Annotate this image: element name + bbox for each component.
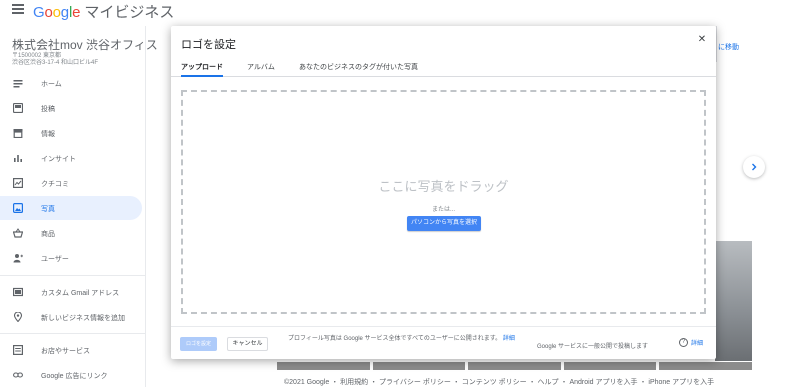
- sidebar-item-insights[interactable]: インサイト: [0, 146, 142, 170]
- tab-album[interactable]: アルバム: [247, 62, 275, 77]
- list-icon: [13, 345, 23, 355]
- profile-photo-notice-text: プロフィール写真は Google サービス全体ですべてのユーザーに公開されます。: [288, 336, 502, 342]
- drop-zone-title: ここに写真をドラッグ: [378, 179, 509, 194]
- background-photo[interactable]: [715, 241, 752, 361]
- background-link[interactable]: に移動: [718, 42, 739, 52]
- add-user-icon: [13, 254, 23, 263]
- sidebar-item-label: カスタム Gmail アドレス: [41, 290, 120, 297]
- sidebar-item-label: ユーザー: [41, 256, 69, 263]
- sidebar-item-users[interactable]: ユーザー: [0, 246, 142, 270]
- dialog-tabs: アップロード アルバム あなたのビジネスのタグが付いた写真: [171, 58, 716, 77]
- chevron-right-icon: [752, 163, 757, 171]
- background-divider: [716, 26, 717, 62]
- sidebar-item-label: クチコミ: [41, 181, 69, 188]
- background-photo-thumb[interactable]: [659, 362, 752, 370]
- sidebar-item-products[interactable]: 商品: [0, 221, 142, 245]
- help-details-link[interactable]: ? 詳細: [679, 338, 703, 347]
- next-photo-button[interactable]: [743, 156, 765, 178]
- link-icon: [13, 372, 23, 378]
- drop-zone-or: または...: [431, 207, 455, 213]
- review-icon: [13, 178, 23, 188]
- page-footer[interactable]: ©2021 Google ・ 利用規約 ・ プライバシー ポリシー ・ コンテン…: [284, 377, 714, 387]
- background-photo-strip: [277, 362, 752, 370]
- business-address-line2: 渋谷区渋谷3-17-4 和山口ビル4F: [12, 60, 99, 66]
- sidebar-divider: [0, 333, 146, 334]
- sidebar-item-reviews[interactable]: クチコミ: [0, 171, 142, 195]
- sidebar-item-services[interactable]: お店やサービス: [0, 338, 142, 362]
- sidebar-item-photos[interactable]: 写真: [0, 196, 142, 220]
- bar-chart-icon: [14, 155, 22, 162]
- select-from-computer-button[interactable]: パソコンから写真を選択: [407, 216, 481, 231]
- cancel-button[interactable]: キャンセル: [227, 337, 268, 351]
- google-logo-text: Google: [33, 4, 81, 21]
- sidebar-item-label: 情報: [41, 131, 55, 138]
- background-photo-thumb[interactable]: [277, 362, 370, 370]
- mail-icon: [13, 287, 23, 297]
- sidebar-item-custom-gmail[interactable]: カスタム Gmail アドレス: [0, 280, 142, 304]
- sidebar-item-label: お店やサービス: [41, 348, 90, 355]
- sidebar-item-info[interactable]: 情報: [0, 121, 142, 145]
- photo-drop-zone[interactable]: ここに写真をドラッグ または... パソコンから写真を選択: [181, 90, 706, 314]
- dialog-footer: ロゴを設定 キャンセル プロフィール写真は Google サービス全体ですべての…: [171, 326, 716, 359]
- home-icon: [13, 80, 23, 88]
- store-icon: [13, 129, 23, 138]
- sidebar-divider: [0, 275, 146, 276]
- sidebar-item-google-ads[interactable]: Google 広告にリンク: [0, 363, 142, 387]
- basket-icon: [13, 228, 23, 238]
- post-icon: [13, 103, 23, 113]
- sidebar-item-label: 商品: [41, 231, 55, 238]
- tab-tagged-photos[interactable]: あなたのビジネスのタグが付いた写真: [299, 62, 418, 77]
- background-photo-thumb[interactable]: [468, 362, 561, 370]
- set-logo-button[interactable]: ロゴを設定: [180, 337, 217, 351]
- app-brand[interactable]: Google マイビジネス: [33, 1, 174, 22]
- background-photo-thumb[interactable]: [563, 362, 657, 370]
- close-icon[interactable]: ✕: [696, 34, 708, 46]
- tab-upload[interactable]: アップロード: [181, 62, 223, 77]
- notice-details-link[interactable]: 詳細: [503, 336, 515, 342]
- sidebar-item-add-business[interactable]: 新しいビジネス情報を追加: [0, 305, 142, 329]
- set-logo-dialog: ロゴを設定 ✕ アップロード アルバム あなたのビジネスのタグが付いた写真 ここ…: [171, 26, 716, 359]
- sidebar-item-home[interactable]: ホーム: [0, 71, 142, 95]
- sidebar-item-posts[interactable]: 投稿: [0, 96, 142, 120]
- background-photo-thumb[interactable]: [372, 362, 466, 370]
- top-app-bar: Google マイビジネス: [0, 0, 800, 22]
- dialog-title: ロゴを設定: [181, 39, 236, 51]
- photo-icon: [13, 203, 23, 213]
- public-posting-notice: Google サービスに一般公開で投稿します: [537, 344, 649, 350]
- sidebar-item-label: インサイト: [41, 156, 76, 163]
- sidebar: 株式会社mov 渋谷オフィス 〒1500002 東京都 渋谷区渋谷3-17-4 …: [0, 26, 158, 387]
- help-icon: ?: [679, 338, 688, 347]
- location-icon: [13, 312, 23, 322]
- help-details-label: 詳細: [691, 341, 704, 347]
- sidebar-item-label: Google 広告にリンク: [41, 373, 108, 380]
- sidebar-item-label: 新しいビジネス情報を追加: [41, 315, 125, 322]
- sidebar-item-label: ホーム: [41, 81, 62, 88]
- sidebar-item-label: 写真: [41, 206, 55, 213]
- product-name: マイビジネス: [84, 4, 175, 21]
- menu-icon[interactable]: [12, 4, 24, 14]
- sidebar-item-label: 投稿: [41, 106, 55, 113]
- profile-photo-notice: プロフィール写真は Google サービス全体ですべてのユーザーに公開されます。…: [288, 334, 523, 344]
